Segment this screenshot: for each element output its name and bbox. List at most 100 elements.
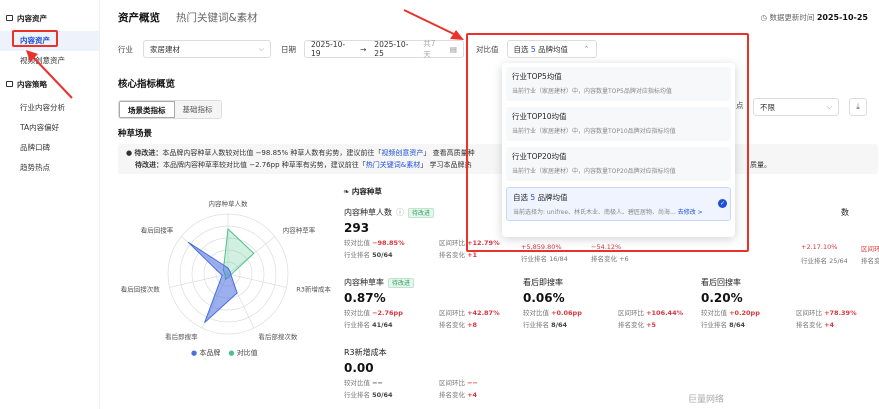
row-value: +4: [824, 321, 835, 329]
row-value: 排名变化 +6: [591, 255, 629, 263]
date-start: 2025-10-19: [311, 40, 346, 58]
metric-value: 0.20%: [701, 291, 743, 305]
right-filter-value: 不限: [760, 102, 775, 112]
row-value: 行业排名 16/84: [521, 255, 568, 263]
right-filter-select[interactable]: 不限 ⌵: [753, 98, 839, 116]
radar-axis-label: 内容种草率: [283, 225, 316, 234]
row-value: 8/64: [551, 321, 568, 329]
notice-text: 本品牌内容种草人数较对比值 −98.85% 种草人数有劣势，建议前往「: [162, 149, 382, 157]
notice-text: 本品牌内容种草率较对比值 −2.76pp 种草率有劣势，建议前往「: [163, 161, 366, 169]
row-value: −−: [372, 379, 383, 387]
row-label: 排名变化: [439, 391, 465, 399]
legend-compare: ● 对比值: [228, 349, 258, 357]
row-label: 行业排名: [523, 321, 549, 329]
row-label: 较对比值: [344, 309, 370, 317]
grid-icon: [6, 81, 13, 87]
legend-compare-label: 对比值: [236, 349, 258, 357]
section-title: 核心指标概览: [118, 79, 176, 90]
metric-title: R3新增成本: [344, 348, 387, 357]
row-value: +1: [467, 251, 478, 259]
sidebar-item-industry[interactable]: 行业内容分析: [0, 98, 99, 118]
row-value: +5: [646, 321, 657, 329]
row-value: 41/64: [372, 321, 393, 329]
sidebar: 内容资产 内容资产 视频创意资产 内容策略 行业内容分析 TA内容偏好 品牌口碑…: [0, 0, 100, 409]
row-value: +8: [467, 321, 478, 329]
row-label: 较对比值: [701, 309, 727, 317]
row-value: +4: [467, 391, 478, 399]
chevron-down-icon: ⌵: [826, 102, 832, 111]
row-label: 排名变化: [796, 321, 822, 329]
radar-axis-label: R3新增成本: [296, 285, 331, 294]
legend-brand-label: 本品牌: [199, 349, 221, 357]
row-label: 较对比值: [344, 379, 370, 387]
sidebar-group-label: 内容资产: [17, 13, 47, 23]
sidebar-group-assets[interactable]: 内容资产: [0, 10, 99, 26]
watermark: 巨量网络: [687, 395, 724, 405]
date-end: 2025-10-25: [374, 40, 409, 58]
metric-title: 内容种草率: [344, 278, 384, 287]
metric-card-r3-cost: R3新增成本 0.00 较对比值 −− 区间环比 −− 行业排名 50/64 排名变…: [344, 347, 524, 399]
sidebar-item-trends[interactable]: 趋势热点: [0, 158, 99, 178]
row-value: +0.06pp: [551, 309, 582, 317]
row-label: 排名变化: [439, 321, 465, 329]
subtab-basic[interactable]: 基础指标: [174, 101, 221, 118]
metric-title: 看后回搜率: [701, 278, 741, 287]
sidebar-item-ta[interactable]: TA内容偏好: [0, 118, 99, 138]
date-range-picker[interactable]: 2025-10-19 → 2025-10-25 共7天 ▤: [304, 39, 464, 59]
row-label: 区间环比: [439, 309, 465, 317]
radar-axis-label: 看后即搜率: [165, 332, 198, 341]
metric-card-instant-search: 看后即搜率 0.06% 较对比值 +0.06pp 区间环比 +106.44% 行业…: [523, 277, 703, 329]
notice-prefix: 待改进：: [135, 161, 163, 169]
metric-value: 0.00: [344, 361, 374, 375]
radar-axis-label: 看后回搜次数: [121, 285, 160, 294]
tab-overview[interactable]: 资产概览: [118, 10, 160, 25]
row-label: 较对比值: [523, 309, 549, 317]
radar-chart: 内容种草人数内容种草率 R3新增成本看后部搜次数 看后即搜率 看后回搜次数 看后回搜率: [121, 199, 332, 341]
notice-link-keywords[interactable]: 热门关键词&素材: [366, 161, 420, 169]
row-label: 区间环比: [439, 379, 465, 387]
metric-card-partial-right: +2.17.10% 区间环比 −67.74% 行业排名 25/64 排名变化 −: [801, 241, 879, 265]
highlight-box: [466, 33, 749, 252]
notice-prefix: 待改进：: [134, 149, 163, 157]
industry-select[interactable]: 家居建材 ⌵: [143, 40, 271, 58]
row-label: 排名变化: [439, 251, 465, 259]
info-icon: ⓘ: [396, 208, 404, 217]
chevron-down-icon: ⌵: [258, 44, 264, 53]
row-value: +42.87%: [467, 309, 500, 317]
notice-end: 」 学习本品牌热: [420, 161, 472, 169]
row-value: 区间环比 −67.74%: [861, 245, 879, 253]
update-date: 2025-10-25: [816, 13, 868, 22]
status-tag: 待改进: [388, 277, 415, 288]
radar-axis-label: 看后回搜率: [141, 225, 174, 234]
row-value: −2.76pp: [372, 309, 403, 317]
download-icon[interactable]: ⤓: [849, 98, 867, 116]
row-value: 50/64: [372, 391, 393, 399]
row-label: 行业排名: [701, 321, 727, 329]
date-days: 共7天: [423, 39, 436, 59]
tab-keywords[interactable]: 热门关键词&素材: [176, 10, 258, 25]
metric-value: 0.87%: [344, 291, 386, 305]
row-value: −−: [467, 379, 478, 387]
status-tag: 待改进: [408, 207, 435, 218]
row-value: 8/64: [729, 321, 746, 329]
row-label: 排名变化: [618, 321, 644, 329]
sidebar-item-reputation[interactable]: 品牌口碑: [0, 138, 99, 158]
update-label: 数据更新时间: [769, 13, 815, 22]
update-time: ◷ 数据更新时间 2025-10-25: [760, 13, 869, 22]
row-value: +2.17.10%: [801, 243, 838, 251]
notice-tail: 质量。: [750, 161, 771, 169]
date-sep: →: [360, 44, 367, 54]
industry-label: 行业: [118, 44, 133, 54]
sidebar-group-label: 内容策略: [17, 79, 47, 89]
sidebar-group-strategy[interactable]: 内容策略: [0, 76, 99, 92]
radar-axis-label: 看后部搜次数: [258, 332, 298, 341]
category-title: ❧ 内容种草: [343, 187, 382, 196]
subtab-scene[interactable]: 场景类指标: [119, 101, 175, 118]
row-label: 行业排名: [344, 321, 370, 329]
notice-link-video[interactable]: 视频创意资产: [381, 149, 423, 157]
sidebar-item-video-assets[interactable]: 视频创意资产: [0, 51, 99, 71]
scene-title: 种草场景: [118, 129, 153, 139]
row-value: +78.39%: [824, 309, 857, 317]
metric-value: 0.06%: [523, 291, 565, 305]
row-value: −98.85%: [372, 239, 405, 247]
